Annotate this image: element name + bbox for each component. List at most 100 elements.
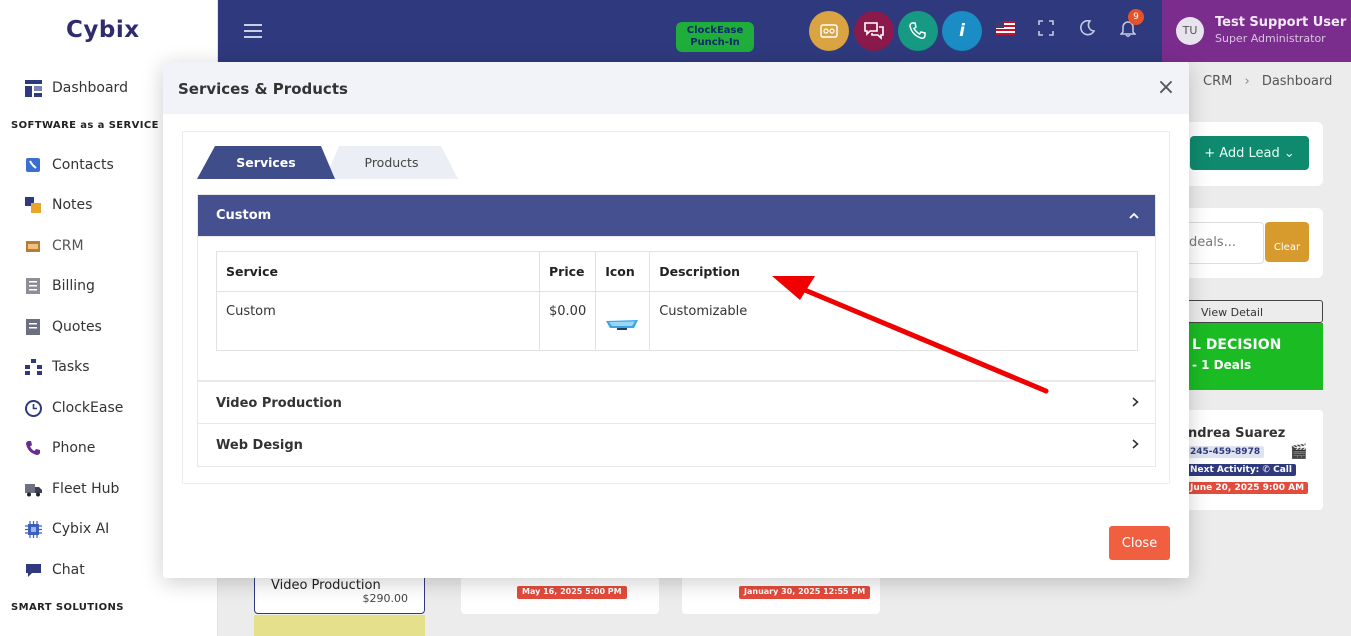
deal-card-title: Video Production xyxy=(271,578,381,593)
user-menu[interactable]: TU Test Support User Super Administrator xyxy=(1162,0,1351,62)
services-table: Service Price Icon Description Custom $0… xyxy=(216,251,1138,351)
media-icon[interactable] xyxy=(809,11,849,51)
sidebar-item-clockease[interactable]: ClockEase xyxy=(24,396,123,420)
phone-icon xyxy=(24,439,42,457)
modal-title: Services & Products xyxy=(178,80,348,98)
menu-toggle-icon[interactable] xyxy=(244,24,262,42)
accordion-title: Web Design xyxy=(216,438,303,453)
service-cell: Custom xyxy=(216,291,540,351)
us-flag-icon[interactable] xyxy=(996,20,1015,40)
avatar: TU xyxy=(1176,17,1204,45)
column-header-icon: Icon xyxy=(595,251,651,292)
add-lead-button[interactable]: + Add Lead ⌄ xyxy=(1190,136,1309,170)
call-icon[interactable] xyxy=(898,11,938,51)
icon-cell xyxy=(595,291,651,351)
sidebar-item-label: Billing xyxy=(52,278,95,294)
breadcrumb: CRM › Dashboard xyxy=(1203,74,1333,89)
breadcrumb-dashboard: Dashboard xyxy=(1261,74,1333,89)
contacts-icon xyxy=(24,156,42,174)
close-button[interactable]: Close xyxy=(1109,526,1170,560)
sidebar-item-cybix-ai[interactable]: Cybix AI xyxy=(24,517,109,541)
deal-date-tag: May 16, 2025 5:00 PM xyxy=(517,586,627,599)
sidebar-section-saas: SOFTWARE as a SERVICE xyxy=(11,120,159,131)
dark-mode-moon-icon[interactable] xyxy=(1079,19,1096,41)
info-icon[interactable]: i xyxy=(942,11,982,51)
sidebar-item-label: CRM xyxy=(52,238,84,254)
accordion-video-production[interactable]: Video Production xyxy=(197,381,1156,424)
sidebar-item-dashboard[interactable]: Dashboard xyxy=(24,76,128,100)
lead-card[interactable]: ndrea Suarez 245-459-8978 Next Activity:… xyxy=(1178,410,1323,510)
user-name: Test Support User xyxy=(1215,15,1347,30)
lead-date-tag: June 20, 2025 9:00 AM xyxy=(1186,482,1309,494)
service-thumbnail-icon xyxy=(605,318,639,334)
sidebar-item-fleet-hub[interactable]: Fleet Hub xyxy=(24,477,119,501)
accordion-custom-body: Service Price Icon Description Custom $0… xyxy=(197,237,1156,381)
accordion-title: Custom xyxy=(216,208,272,223)
sidebar-item-crm[interactable]: CRM xyxy=(24,234,84,258)
crm-icon xyxy=(24,237,42,255)
clockease-punch-in-button[interactable]: ClockEase Punch-In xyxy=(676,22,754,52)
billing-icon xyxy=(24,277,42,295)
clapperboard-icon: 🎬 xyxy=(1290,444,1308,460)
chip-icon xyxy=(24,520,42,538)
sidebar-item-label: ClockEase xyxy=(52,400,124,416)
lead-phone: 245-459-8978 xyxy=(1186,446,1265,458)
column-header-description: Description xyxy=(649,251,1138,292)
sidebar-item-label: Contacts xyxy=(52,157,114,173)
fullscreen-icon[interactable] xyxy=(1038,20,1054,41)
sidebar-item-label: Tasks xyxy=(52,359,90,375)
services-products-modal: Services & Products × Products Services … xyxy=(163,62,1189,578)
messages-icon[interactable] xyxy=(854,11,894,51)
sidebar-item-chat[interactable]: Chat xyxy=(24,558,85,582)
notes-icon xyxy=(24,196,42,214)
sidebar-item-label: Phone xyxy=(52,440,96,456)
decision-stage-header: L DECISION - 1 Deals xyxy=(1178,323,1323,390)
column-header-price: Price xyxy=(538,251,597,292)
quotes-icon xyxy=(24,318,42,336)
accordion-custom-header[interactable]: Custom xyxy=(197,194,1156,237)
chevron-right-icon xyxy=(1132,437,1139,453)
chevron-up-icon xyxy=(1129,208,1139,222)
sidebar-item-label: Notes xyxy=(52,197,93,213)
sidebar-item-phone[interactable]: Phone xyxy=(24,436,95,460)
next-activity-tag: Next Activity: ✆ Call xyxy=(1186,464,1296,476)
sidebar-item-label: Chat xyxy=(52,562,85,578)
view-detail-button[interactable]: View Detail xyxy=(1178,300,1323,323)
column-header-service: Service xyxy=(216,251,540,292)
clear-button[interactable]: Clear xyxy=(1265,222,1309,262)
chevron-right-icon xyxy=(1132,395,1139,411)
chat-icon xyxy=(24,561,42,579)
dashboard-icon xyxy=(24,79,42,97)
sidebar-item-label: Dashboard xyxy=(52,80,128,96)
table-header-row: Service Price Icon Description xyxy=(216,251,1138,292)
deal-date-tag: January 30, 2025 12:55 PM xyxy=(739,586,871,599)
deal-card-footer xyxy=(254,615,425,636)
table-row: Custom $0.00 Customizable xyxy=(216,291,1138,351)
accordion-title: Video Production xyxy=(216,396,342,411)
sidebar-section-smart: SMART SOLUTIONS xyxy=(11,602,124,613)
app-logo: Cybix xyxy=(66,17,140,43)
clock-icon xyxy=(24,399,42,417)
sidebar-item-contacts[interactable]: Contacts xyxy=(24,153,114,177)
sidebar-item-label: Fleet Hub xyxy=(52,481,120,497)
price-cell: $0.00 xyxy=(538,291,597,351)
notification-count-badge: 9 xyxy=(1128,9,1144,25)
tab-products[interactable]: Products xyxy=(325,146,458,179)
sidebar-item-quotes[interactable]: Quotes xyxy=(24,315,102,339)
close-icon[interactable]: × xyxy=(1156,77,1176,99)
topbar: ClockEase Punch-In i 9 TU Test Support U… xyxy=(218,0,1351,62)
tasks-icon xyxy=(24,358,42,376)
user-role: Super Administrator xyxy=(1215,32,1326,45)
deal-card-price: $290.00 xyxy=(362,592,409,605)
sidebar-item-label: Quotes xyxy=(52,319,102,335)
deals-search-input[interactable]: deals... xyxy=(1178,222,1264,264)
breadcrumb-crm[interactable]: CRM xyxy=(1203,74,1232,89)
sidebar-item-tasks[interactable]: Tasks xyxy=(24,355,90,379)
truck-icon xyxy=(24,480,42,498)
accordion-web-design[interactable]: Web Design xyxy=(197,424,1156,467)
sidebar-item-label: Cybix AI xyxy=(52,521,110,537)
sidebar-item-notes[interactable]: Notes xyxy=(24,193,92,217)
tab-services[interactable]: Services xyxy=(197,146,335,179)
modal-content: Products Services Custom Service Price I… xyxy=(182,131,1170,484)
sidebar-item-billing[interactable]: Billing xyxy=(24,274,95,298)
